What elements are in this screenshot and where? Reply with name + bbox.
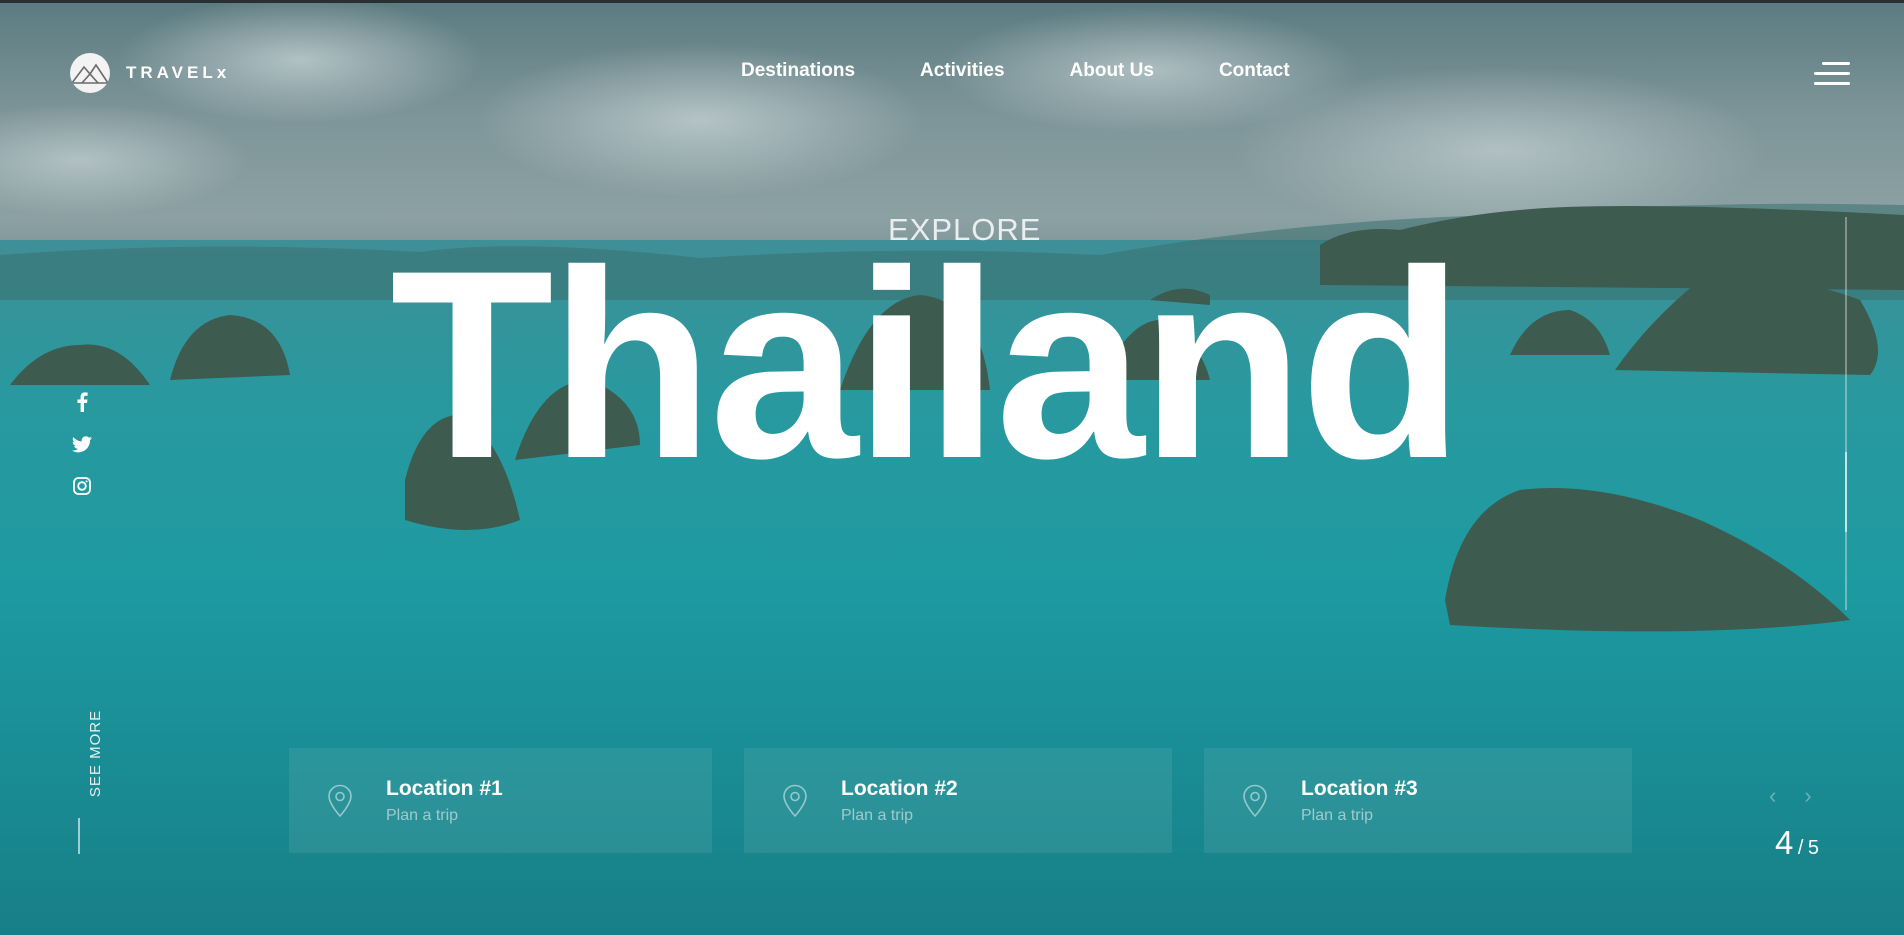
location-card-2[interactable]: Location #2 Plan a trip — [744, 748, 1172, 853]
location-title: Location #3 — [1301, 776, 1418, 800]
location-pin-icon — [1243, 784, 1267, 817]
hamburger-bar — [1814, 82, 1850, 85]
chevron-right-icon[interactable]: › — [1804, 783, 1811, 809]
location-card-text: Location #3 Plan a trip — [1301, 777, 1418, 825]
location-subtitle: Plan a trip — [386, 806, 459, 824]
location-pin-icon — [783, 784, 807, 817]
nav-item-activities[interactable]: Activities — [920, 60, 1004, 82]
slide-progress-track — [1845, 217, 1847, 610]
slide-counter: 4 / 5 — [1775, 824, 1819, 862]
location-subtitle: Plan a trip — [841, 806, 914, 824]
brand-logo[interactable]: TRAVELx — [70, 53, 230, 93]
chevron-left-icon[interactable]: ‹ — [1769, 783, 1776, 809]
hamburger-bar — [1822, 62, 1850, 65]
nav-item-contact[interactable]: Contact — [1219, 60, 1290, 82]
nav-item-destinations[interactable]: Destinations — [741, 60, 855, 82]
hamburger-bar — [1814, 72, 1850, 75]
see-more-link[interactable]: SEE MORE — [87, 710, 104, 797]
facebook-icon[interactable] — [76, 392, 88, 412]
location-title: Location #1 — [386, 776, 503, 800]
slide-total: 5 — [1807, 837, 1819, 859]
social-links — [70, 392, 94, 495]
slide-progress-indicator — [1845, 452, 1847, 532]
instagram-icon[interactable] — [73, 477, 91, 495]
main-navigation: Destinations Activities About Us Contact — [741, 60, 1290, 82]
mountain-icon — [70, 53, 110, 93]
slide-separator: / — [1797, 837, 1804, 859]
nav-item-about-us[interactable]: About Us — [1070, 60, 1154, 82]
location-card-1[interactable]: Location #1 Plan a trip — [289, 748, 712, 853]
top-border — [0, 0, 1904, 3]
location-subtitle: Plan a trip — [1301, 806, 1374, 824]
location-title: Location #2 — [841, 776, 958, 800]
location-card-text: Location #2 Plan a trip — [841, 777, 958, 825]
slide-current: 4 — [1775, 824, 1794, 861]
location-pin-icon — [328, 784, 352, 817]
hero-title: Thailand — [390, 214, 1464, 514]
brand-name: TRAVELx — [126, 63, 231, 82]
location-card-text: Location #1 Plan a trip — [386, 777, 503, 825]
hamburger-menu-icon[interactable] — [1814, 60, 1850, 88]
slider-arrows: ‹ › — [1769, 783, 1812, 809]
see-more-line — [78, 818, 80, 854]
location-card-3[interactable]: Location #3 Plan a trip — [1204, 748, 1632, 853]
twitter-icon[interactable] — [72, 436, 92, 453]
